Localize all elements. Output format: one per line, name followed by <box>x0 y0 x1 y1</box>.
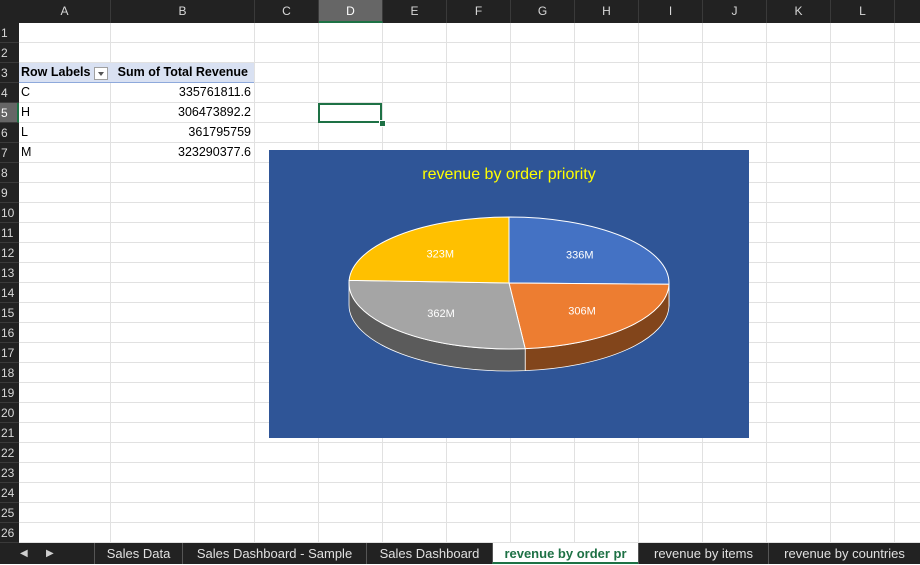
gridline <box>254 23 255 543</box>
row-header[interactable]: 7 <box>0 143 19 163</box>
row-header[interactable]: 25 <box>0 503 19 523</box>
column-header-g[interactable]: G <box>511 0 575 23</box>
pivot-sum-header[interactable]: Sum of Total Revenue <box>110 65 248 79</box>
gridline <box>19 502 920 503</box>
sheet-tab-revenue-by-order-priority[interactable]: revenue by order pr <box>492 543 638 564</box>
column-header-j[interactable]: J <box>703 0 767 23</box>
column-header-bar: A B C D E F G H I J K L <box>0 0 920 23</box>
column-header-i[interactable]: I <box>639 0 703 23</box>
column-header-a[interactable]: A <box>19 0 111 23</box>
row-header[interactable]: 22 <box>0 443 19 463</box>
sheet-tab-revenue-by-items[interactable]: revenue by items <box>638 543 768 564</box>
fill-handle[interactable] <box>379 120 386 127</box>
sheet-tab-bar: ◀ ▶ Sales Data Sales Dashboard - Sample … <box>0 543 920 564</box>
sheet-tab-revenue-by-countries[interactable]: revenue by countries <box>768 543 920 564</box>
data-label: 336M <box>566 249 594 261</box>
row-header[interactable]: 4 <box>0 83 19 103</box>
row-header[interactable]: 21 <box>0 423 19 443</box>
row-header[interactable]: 18 <box>0 363 19 383</box>
gridline <box>19 42 920 43</box>
row-header[interactable]: 6 <box>0 123 19 143</box>
sheet-tab-sales-dashboard-sample[interactable]: Sales Dashboard - Sample <box>182 543 366 564</box>
pivot-row-value[interactable]: 335761811.6 <box>110 85 251 99</box>
gridline <box>19 122 920 123</box>
column-header-l[interactable]: L <box>831 0 895 23</box>
sheet-tab-sales-data[interactable]: Sales Data <box>94 543 182 564</box>
gridline <box>19 482 920 483</box>
column-header-c[interactable]: C <box>255 0 319 23</box>
row-header[interactable]: 2 <box>0 43 19 63</box>
row-header-bar: 1 2 3 4 5 6 7 8 9 10 11 12 13 14 15 16 1… <box>0 23 19 543</box>
column-header-h[interactable]: H <box>575 0 639 23</box>
row-header[interactable]: 5 <box>0 103 19 123</box>
pie-chart[interactable]: revenue by order priority 336M 306M 362M 32… <box>269 150 749 438</box>
filter-dropdown-button[interactable] <box>94 67 108 80</box>
scroll-tabs-right-icon[interactable]: ▶ <box>46 543 54 564</box>
pivot-row-labels-header[interactable]: Row Labels <box>21 65 90 79</box>
data-label: 306M <box>568 306 596 318</box>
row-header[interactable]: 13 <box>0 263 19 283</box>
row-header[interactable]: 3 <box>0 63 19 83</box>
row-header[interactable]: 17 <box>0 343 19 363</box>
data-label: 323M <box>427 248 455 260</box>
gridline <box>894 23 895 543</box>
column-header-k[interactable]: K <box>767 0 831 23</box>
row-header[interactable]: 26 <box>0 523 19 543</box>
row-header[interactable]: 8 <box>0 163 19 183</box>
pivot-row-label[interactable]: H <box>21 105 30 119</box>
row-header[interactable]: 24 <box>0 483 19 503</box>
column-header-e[interactable]: E <box>383 0 447 23</box>
pivot-row-value[interactable]: 323290377.6 <box>110 145 251 159</box>
gridline <box>19 462 920 463</box>
pivot-row-label[interactable]: C <box>21 85 30 99</box>
row-header[interactable]: 16 <box>0 323 19 343</box>
row-header[interactable]: 23 <box>0 463 19 483</box>
sheet-tab-sales-dashboard[interactable]: Sales Dashboard <box>366 543 492 564</box>
gridline <box>19 142 920 143</box>
pie-plot-area[interactable] <box>349 217 669 371</box>
column-header-d[interactable]: D <box>319 0 383 23</box>
pivot-row-value[interactable]: 361795759 <box>110 125 251 139</box>
gridline <box>19 442 920 443</box>
scroll-tabs-left-icon[interactable]: ◀ <box>20 543 28 564</box>
data-label: 362M <box>427 308 455 320</box>
gridline <box>110 23 111 543</box>
row-header[interactable]: 1 <box>0 23 19 43</box>
active-cell-d5[interactable] <box>318 103 382 123</box>
row-header[interactable]: 20 <box>0 403 19 423</box>
row-header[interactable]: 15 <box>0 303 19 323</box>
row-header[interactable]: 11 <box>0 223 19 243</box>
row-header[interactable]: 19 <box>0 383 19 403</box>
pivot-row-label[interactable]: L <box>21 125 28 139</box>
pivot-row-label[interactable]: M <box>21 145 31 159</box>
chart-title[interactable]: revenue by order priority <box>422 166 595 183</box>
gridline <box>19 522 920 523</box>
column-header-f[interactable]: F <box>447 0 511 23</box>
gridline <box>830 23 831 543</box>
pivot-row-value[interactable]: 306473892.2 <box>110 105 251 119</box>
gridline <box>766 23 767 543</box>
row-header[interactable]: 9 <box>0 183 19 203</box>
row-header[interactable]: 12 <box>0 243 19 263</box>
row-header[interactable]: 10 <box>0 203 19 223</box>
gridline <box>19 102 920 103</box>
row-header[interactable]: 14 <box>0 283 19 303</box>
column-header-b[interactable]: B <box>111 0 255 23</box>
